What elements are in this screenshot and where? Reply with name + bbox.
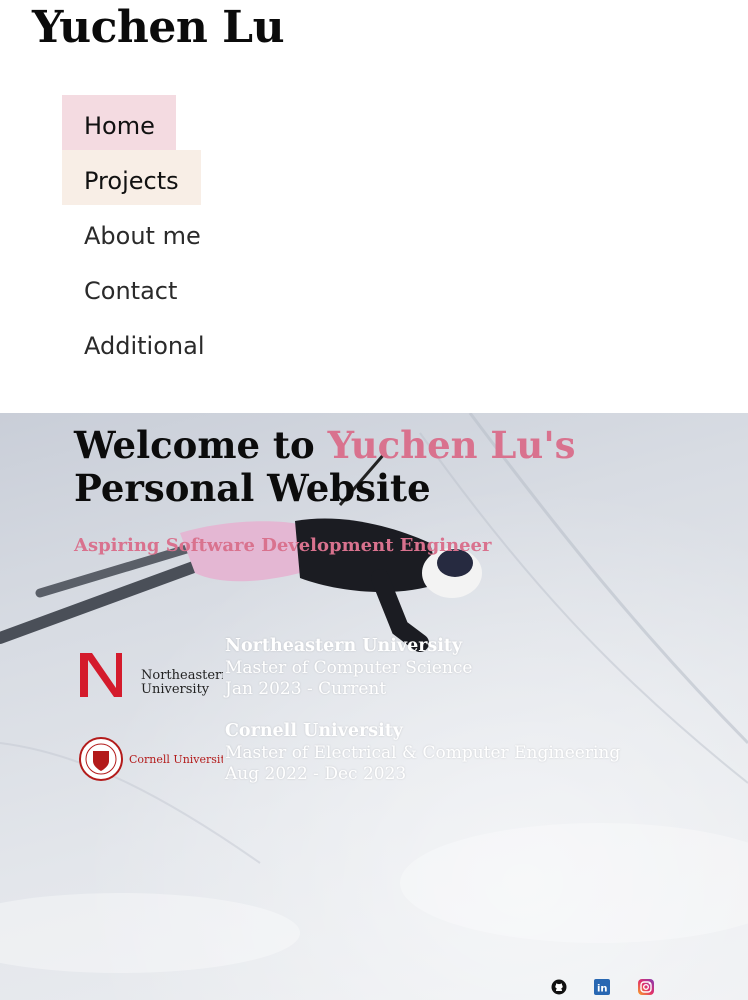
- svg-text:in: in: [597, 984, 608, 995]
- nav-additional-link[interactable]: Additional: [62, 315, 226, 370]
- edu-school: Northeastern University: [225, 636, 463, 656]
- nav-about-link[interactable]: About me: [62, 205, 226, 260]
- hero-heading-name: Yuchen Lu's: [327, 423, 576, 467]
- main-nav: Home Projects About me Contact Additiona…: [62, 95, 226, 370]
- cornell-seal-icon: Cornell University: [79, 737, 232, 781]
- edu-dates: Jan 2023 - Current: [225, 679, 387, 699]
- cornell-logo: Cornell University: [78, 737, 232, 783]
- edu-degree: Master of Computer Science: [225, 657, 473, 678]
- northeastern-logo: Northeastern University: [78, 650, 230, 700]
- nav-projects-link[interactable]: Projects: [62, 150, 201, 205]
- northeastern-n-icon: Northeastern University: [80, 653, 230, 697]
- nav-contact-link[interactable]: Contact: [62, 260, 226, 315]
- hero-heading: Welcome to Yuchen Lu's Personal Website: [74, 424, 634, 510]
- hero-heading-suffix: Personal Website: [74, 466, 431, 510]
- instagram-icon[interactable]: [638, 979, 656, 997]
- nav-home-link[interactable]: Home: [62, 95, 176, 150]
- edu-degree: Master of Electrical & Computer Engineer…: [225, 742, 621, 763]
- github-icon[interactable]: [551, 979, 569, 997]
- cornell-entry: Cornell University Master of Electrical …: [225, 721, 620, 786]
- hero-heading-prefix: Welcome to: [74, 423, 328, 467]
- svg-text:University: University: [141, 682, 210, 697]
- site-title: Yuchen Lu: [32, 2, 285, 53]
- northeastern-entry: Northeastern University Master of Comput…: [225, 636, 472, 701]
- linkedin-icon[interactable]: in: [594, 979, 612, 997]
- edu-dates: Aug 2022 - Dec 2023: [225, 764, 407, 784]
- cornell-logo-text: Cornell University: [129, 753, 223, 766]
- northeastern-logo-text: Northeastern: [141, 668, 223, 683]
- edu-school: Cornell University: [225, 721, 403, 741]
- hero-tagline: Aspiring Software Development Engineer: [74, 535, 492, 556]
